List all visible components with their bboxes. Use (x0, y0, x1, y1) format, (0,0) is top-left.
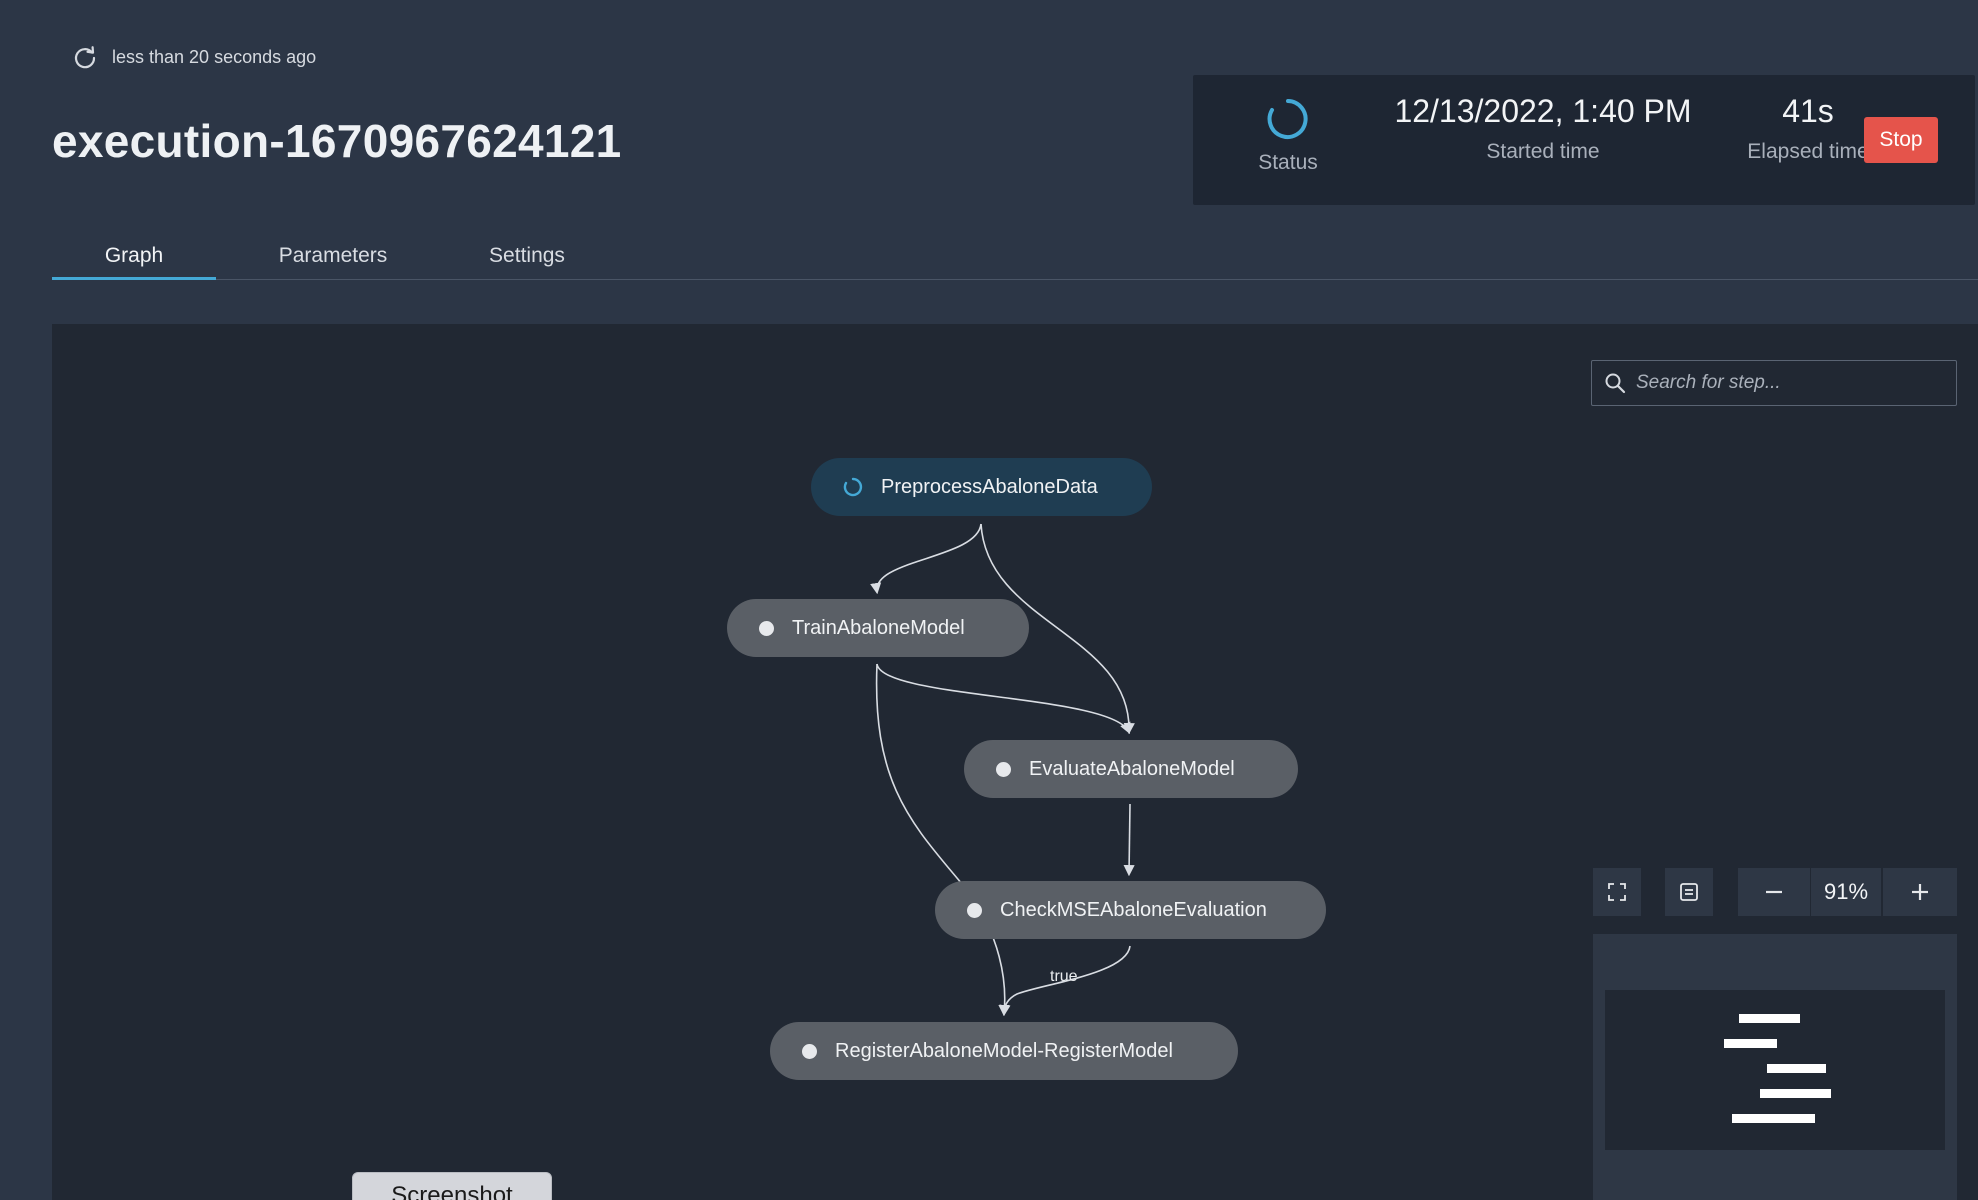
tab-settings[interactable]: Settings (452, 236, 602, 280)
zoom-level: 91% (1811, 868, 1881, 916)
status-field: Status (1223, 97, 1353, 175)
loading-spinner-icon (843, 477, 863, 497)
execution-status-panel: Status 12/13/2022, 1:40 PM Started time … (1193, 75, 1975, 205)
status-dot-icon (967, 902, 982, 918)
fullscreen-button[interactable] (1593, 868, 1641, 916)
minimap-viewport (1605, 990, 1945, 1150)
stop-button[interactable]: Stop (1864, 117, 1938, 163)
status-dot-icon (996, 761, 1011, 777)
edge-train-evaluate (876, 663, 1131, 735)
edge-label-true: true (1050, 968, 1078, 985)
edge-evaluate-check (1123, 803, 1135, 877)
graph-canvas[interactable]: PreprocessAbaloneData TrainAbaloneModel … (52, 324, 1978, 1200)
node-label: TrainAbaloneModel (792, 616, 965, 639)
plus-icon (1912, 884, 1928, 900)
page-title: execution-1670967624121 (52, 115, 622, 167)
fullscreen-icon (1608, 883, 1626, 901)
zoom-in-button[interactable] (1883, 868, 1957, 916)
graph-node-register[interactable]: RegisterAbaloneModel-RegisterModel (770, 1022, 1238, 1080)
loading-spinner-icon (1267, 99, 1308, 139)
graph-node-check[interactable]: CheckMSEAbaloneEvaluation (935, 881, 1326, 939)
tab-parameters[interactable]: Parameters (248, 236, 418, 280)
zoom-out-button[interactable] (1738, 868, 1810, 916)
graph-node-evaluate[interactable]: EvaluateAbaloneModel (964, 740, 1298, 798)
graph-node-preprocess[interactable]: PreprocessAbaloneData (811, 458, 1152, 516)
minimap-node (1767, 1064, 1826, 1073)
node-label: PreprocessAbaloneData (881, 475, 1098, 498)
graph-minimap[interactable] (1593, 934, 1957, 1200)
pipeline-execution-page: less than 20 seconds ago execution-16709… (0, 0, 1978, 1200)
minimap-node (1760, 1089, 1831, 1098)
status-dot-icon (802, 1043, 817, 1059)
refresh-row: less than 20 seconds ago (72, 44, 316, 70)
edge-preprocess-train (870, 523, 982, 595)
tab-graph[interactable]: Graph (52, 236, 216, 280)
graph-node-train[interactable]: TrainAbaloneModel (727, 599, 1029, 657)
fit-view-icon (1680, 883, 1698, 901)
minimap-node (1732, 1114, 1815, 1123)
minus-icon (1766, 890, 1782, 894)
fit-to-screen-button[interactable] (1665, 868, 1713, 916)
refresh-icon[interactable] (72, 44, 98, 70)
search-icon (1605, 373, 1626, 394)
tab-bar: Graph Parameters Settings (52, 236, 1978, 280)
minimap-node (1724, 1039, 1777, 1048)
screenshot-button[interactable]: Screenshot (352, 1172, 552, 1200)
minimap-node (1739, 1014, 1800, 1023)
status-dot-icon (759, 620, 774, 636)
search-input[interactable] (1636, 372, 1936, 394)
node-label: EvaluateAbaloneModel (1029, 757, 1235, 780)
node-label: CheckMSEAbaloneEvaluation (1000, 898, 1267, 921)
step-search[interactable] (1591, 360, 1957, 406)
last-refreshed-text: less than 20 seconds ago (112, 46, 317, 67)
edge-train-register (875, 663, 1011, 1017)
status-label: Status (1258, 151, 1318, 174)
node-label: RegisterAbaloneModel-RegisterModel (835, 1039, 1173, 1062)
